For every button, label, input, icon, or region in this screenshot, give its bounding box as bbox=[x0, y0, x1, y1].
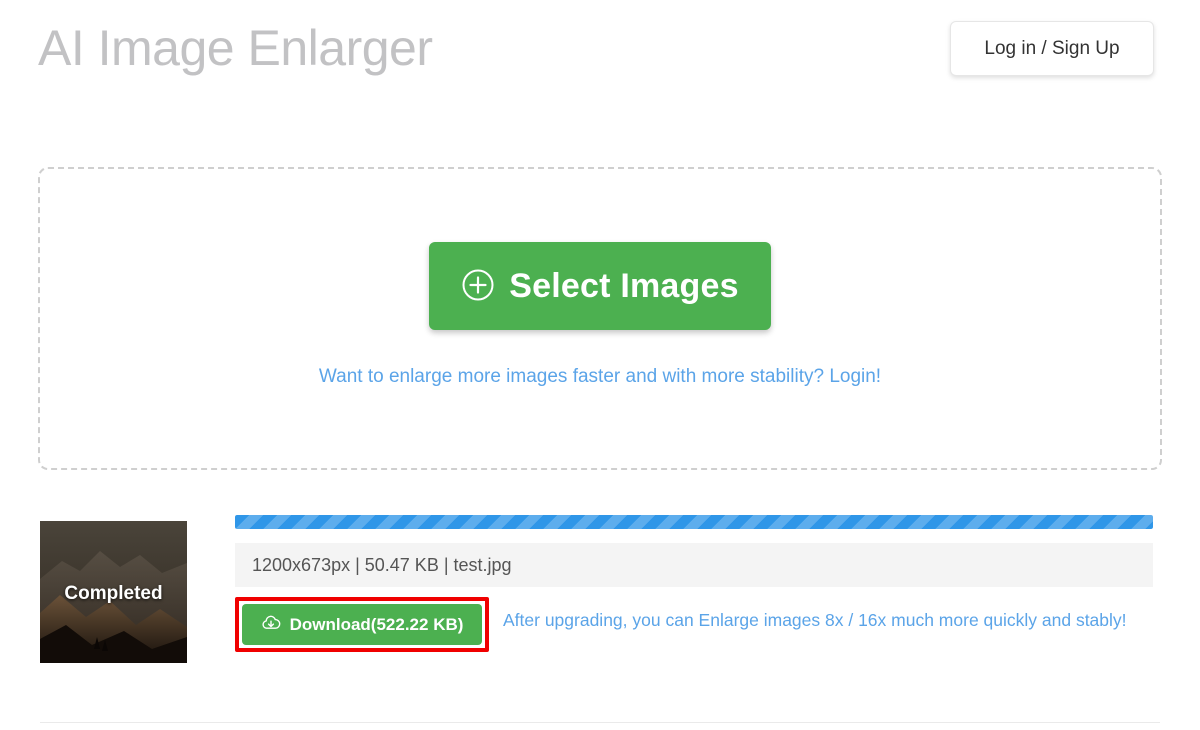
login-upsell-link[interactable]: Want to enlarge more images faster and w… bbox=[40, 366, 1160, 388]
download-button-label: Download(522.22 KB) bbox=[289, 614, 464, 634]
result-details: 1200x673px | 50.47 KB | test.jpg Downloa… bbox=[235, 515, 1153, 652]
page-header: AI Image Enlarger Log in / Sign Up bbox=[0, 0, 1200, 110]
select-images-label: Select Images bbox=[509, 266, 739, 305]
download-button[interactable]: Download(522.22 KB) bbox=[242, 604, 482, 645]
upload-result-row: Completed 1200x673px | 50.47 KB | test.j… bbox=[38, 515, 1162, 690]
upload-progress-fill bbox=[235, 515, 1153, 529]
select-images-button[interactable]: Select Images bbox=[429, 242, 771, 330]
footer-divider bbox=[40, 722, 1160, 723]
login-signup-button[interactable]: Log in / Sign Up bbox=[950, 21, 1154, 76]
page-title: AI Image Enlarger bbox=[38, 20, 433, 76]
image-dropzone[interactable]: Select Images Want to enlarge more image… bbox=[38, 167, 1162, 470]
upload-progress-bar bbox=[235, 515, 1153, 529]
plus-circle-icon bbox=[461, 268, 495, 305]
file-info-text: 1200x673px | 50.47 KB | test.jpg bbox=[235, 543, 1153, 587]
upgrade-promo-text[interactable]: After upgrading, you can Enlarge images … bbox=[503, 606, 1155, 635]
image-thumbnail[interactable]: Completed bbox=[40, 521, 187, 663]
cloud-download-icon bbox=[261, 614, 281, 635]
